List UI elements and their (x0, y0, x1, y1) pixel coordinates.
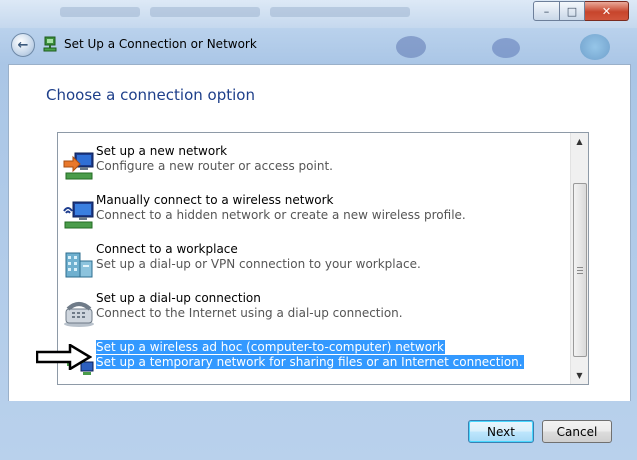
new-network-icon (63, 152, 94, 180)
close-button[interactable]: ✕ (585, 1, 629, 21)
button-bar: Next Cancel (8, 400, 629, 460)
option-description: Set up a temporary network for sharing f… (96, 355, 524, 369)
back-arrow-icon: ← (17, 37, 29, 53)
workplace-icon (65, 252, 93, 278)
background-globe-icon (580, 34, 610, 60)
option-dialup[interactable]: Set up a dial-up connection Connect to t… (59, 290, 571, 336)
option-title: Set up a dial-up connection (96, 291, 261, 305)
cancel-button[interactable]: Cancel (542, 420, 612, 443)
background-breadcrumb-3 (270, 7, 410, 17)
option-title: Manually connect to a wireless network (96, 193, 334, 207)
scroll-down-button[interactable]: ▼ (571, 367, 588, 384)
vertical-scrollbar[interactable]: ▲ ▼ (570, 133, 588, 384)
caption-buttons: – □ ✕ (533, 1, 629, 21)
thumb-grip (577, 267, 583, 268)
dialup-phone-icon (64, 302, 94, 327)
thumb-grip (577, 273, 583, 274)
option-title: Set up a wireless ad hoc (computer-to-co… (96, 340, 445, 354)
background-network-icon (492, 38, 520, 58)
option-description: Configure a new router or access point. (96, 159, 333, 173)
option-manual-wireless[interactable]: Manually connect to a wireless network C… (59, 192, 571, 238)
page-title: Choose a connection option (46, 86, 255, 104)
back-button[interactable]: ← (11, 33, 35, 57)
wireless-network-icon (63, 201, 94, 229)
scroll-thumb[interactable] (573, 183, 587, 357)
background-breadcrumb-2 (150, 7, 260, 17)
option-adhoc-network[interactable]: Set up a wireless ad hoc (computer-to-co… (59, 339, 571, 384)
minimize-button[interactable]: – (533, 1, 560, 21)
connection-options-list[interactable]: Set up a new network Configure a new rou… (57, 132, 589, 385)
background-breadcrumb-1 (60, 7, 140, 17)
option-description: Set up a dial-up or VPN connection to yo… (96, 257, 421, 271)
option-new-network[interactable]: Set up a new network Configure a new rou… (59, 143, 571, 189)
maximize-button[interactable]: □ (560, 1, 585, 21)
scroll-up-button[interactable]: ▲ (571, 133, 588, 150)
option-description: Connect to a hidden network or create a … (96, 208, 466, 222)
option-title: Set up a new network (96, 144, 228, 158)
content-panel: Choose a connection option Set up a new … (8, 64, 631, 401)
next-button[interactable]: Next (468, 420, 534, 443)
annotation-arrow-icon (36, 344, 92, 370)
option-description: Connect to the Internet using a dial-up … (96, 306, 403, 320)
network-setup-icon (43, 36, 57, 52)
window-title: Set Up a Connection or Network (64, 37, 257, 51)
background-network-icon (396, 36, 426, 58)
thumb-grip (577, 270, 583, 271)
option-title: Connect to a workplace (96, 242, 238, 256)
option-workplace[interactable]: Connect to a workplace Set up a dial-up … (59, 241, 571, 287)
wizard-window: – □ ✕ ← Set Up a Connection or Network C… (0, 0, 637, 460)
